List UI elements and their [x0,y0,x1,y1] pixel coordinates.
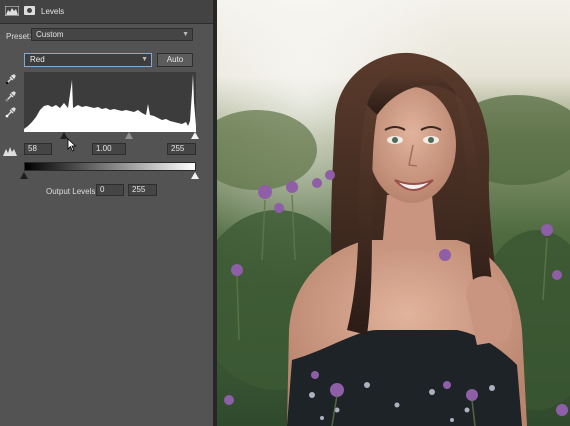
input-white-slider-handle[interactable] [191,132,199,139]
preset-label: Preset: [6,32,32,41]
output-levels-label: Output Levels: [46,187,98,196]
black-point-eyedropper-icon[interactable] [5,74,16,85]
white-point-eyedropper-icon[interactable] [5,107,16,118]
output-levels-gradient [24,162,196,171]
panel-header: Levels [0,0,213,24]
clipping-warning-icon[interactable] [3,146,17,156]
histogram-graph [24,74,196,132]
gray-point-eyedropper-icon[interactable] [5,91,16,102]
mouse-cursor-icon [67,138,77,152]
output-white-field[interactable]: 255 [128,184,157,196]
channel-value: Red [30,55,45,64]
input-white-field[interactable]: 255 [167,143,196,155]
panel-title: Levels [41,7,65,16]
levels-properties-panel: Levels Preset: Custom ▼ Red ▼ Auto 58 1.… [0,0,213,426]
output-black-slider-handle[interactable] [20,172,28,179]
auto-button[interactable]: Auto [157,53,193,67]
chevron-down-icon: ▼ [141,56,148,63]
output-white-slider-handle[interactable] [191,172,199,179]
histogram-shape [24,74,196,132]
input-black-field[interactable]: 58 [24,143,52,155]
channel-dropdown[interactable]: Red ▼ [24,53,152,67]
input-gamma-field[interactable]: 1.00 [92,143,126,155]
layer-mask-icon[interactable] [24,6,35,15]
levels-adjustment-icon[interactable] [5,6,19,16]
output-black-field[interactable]: 0 [96,184,124,196]
preset-dropdown[interactable]: Custom ▼ [31,28,193,41]
input-gamma-slider-handle[interactable] [125,132,133,139]
preset-value: Custom [36,30,64,39]
portrait-photo [217,0,570,426]
histogram [24,72,196,132]
chevron-down-icon: ▼ [182,31,189,38]
